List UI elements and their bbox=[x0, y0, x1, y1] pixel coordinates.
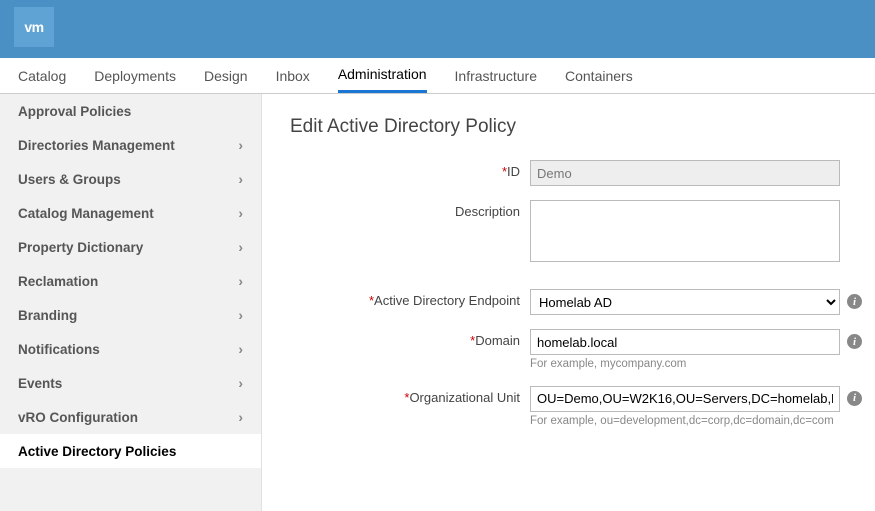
top-bar: vm bbox=[0, 0, 875, 58]
sidebar-item-branding[interactable]: Branding › bbox=[0, 298, 261, 332]
label-ou: *Organizational Unit bbox=[290, 386, 530, 405]
sidebar-item-active-directory-policies[interactable]: Active Directory Policies bbox=[0, 434, 261, 468]
sidebar-item-label: vRO Configuration bbox=[18, 410, 138, 425]
content-area: Edit Active Directory Policy *ID Descrip… bbox=[262, 94, 875, 511]
chevron-right-icon: › bbox=[238, 409, 243, 425]
chevron-right-icon: › bbox=[238, 273, 243, 289]
sidebar-item-label: Notifications bbox=[18, 342, 100, 357]
chevron-right-icon: › bbox=[238, 239, 243, 255]
info-icon[interactable]: i bbox=[847, 391, 862, 406]
tab-deployments[interactable]: Deployments bbox=[94, 58, 176, 93]
sidebar-item-catalog-management[interactable]: Catalog Management › bbox=[0, 196, 261, 230]
sidebar-item-events[interactable]: Events › bbox=[0, 366, 261, 400]
sidebar: Approval Policies Directories Management… bbox=[0, 94, 262, 511]
id-field bbox=[530, 160, 840, 186]
tab-administration[interactable]: Administration bbox=[338, 58, 427, 93]
chevron-right-icon: › bbox=[238, 171, 243, 187]
tab-bar: Catalog Deployments Design Inbox Adminis… bbox=[0, 58, 875, 94]
form-row-endpoint: *Active Directory Endpoint Homelab AD i bbox=[290, 289, 847, 315]
chevron-right-icon: › bbox=[238, 307, 243, 323]
form-row-description: Description bbox=[290, 200, 847, 265]
info-icon[interactable]: i bbox=[847, 334, 862, 349]
info-icon[interactable]: i bbox=[847, 294, 862, 309]
tab-inbox[interactable]: Inbox bbox=[276, 58, 310, 93]
tab-containers[interactable]: Containers bbox=[565, 58, 633, 93]
sidebar-item-label: Events bbox=[18, 376, 62, 391]
sidebar-item-directories-management[interactable]: Directories Management › bbox=[0, 128, 261, 162]
ou-field[interactable] bbox=[530, 386, 840, 412]
sidebar-item-label: Users & Groups bbox=[18, 172, 121, 187]
sidebar-item-label: Property Dictionary bbox=[18, 240, 143, 255]
page-title: Edit Active Directory Policy bbox=[290, 116, 847, 138]
label-id: *ID bbox=[290, 160, 530, 179]
sidebar-item-users-groups[interactable]: Users & Groups › bbox=[0, 162, 261, 196]
main-container: Approval Policies Directories Management… bbox=[0, 94, 875, 511]
chevron-right-icon: › bbox=[238, 375, 243, 391]
sidebar-item-notifications[interactable]: Notifications › bbox=[0, 332, 261, 366]
sidebar-item-label: Reclamation bbox=[18, 274, 98, 289]
sidebar-item-label: Directories Management bbox=[18, 138, 175, 153]
label-description: Description bbox=[290, 200, 530, 219]
ou-hint: For example, ou=development,dc=corp,dc=d… bbox=[530, 414, 840, 429]
sidebar-item-property-dictionary[interactable]: Property Dictionary › bbox=[0, 230, 261, 264]
form-row-id: *ID bbox=[290, 160, 847, 186]
domain-field[interactable] bbox=[530, 329, 840, 355]
domain-hint: For example, mycompany.com bbox=[530, 357, 840, 372]
sidebar-item-approval-policies[interactable]: Approval Policies bbox=[0, 94, 261, 128]
label-endpoint: *Active Directory Endpoint bbox=[290, 289, 530, 308]
tab-infrastructure[interactable]: Infrastructure bbox=[455, 58, 537, 93]
sidebar-item-reclamation[interactable]: Reclamation › bbox=[0, 264, 261, 298]
description-field[interactable] bbox=[530, 200, 840, 262]
tab-catalog[interactable]: Catalog bbox=[18, 58, 66, 93]
sidebar-item-label: Branding bbox=[18, 308, 77, 323]
endpoint-select[interactable]: Homelab AD bbox=[530, 289, 840, 315]
sidebar-item-label: Catalog Management bbox=[18, 206, 154, 221]
form-row-domain: *Domain i For example, mycompany.com bbox=[290, 329, 847, 372]
vmware-logo: vm bbox=[14, 7, 54, 47]
chevron-right-icon: › bbox=[238, 341, 243, 357]
tab-design[interactable]: Design bbox=[204, 58, 248, 93]
sidebar-item-vro-configuration[interactable]: vRO Configuration › bbox=[0, 400, 261, 434]
chevron-right-icon: › bbox=[238, 205, 243, 221]
chevron-right-icon: › bbox=[238, 137, 243, 153]
sidebar-item-label: Approval Policies bbox=[18, 104, 131, 119]
sidebar-item-label: Active Directory Policies bbox=[18, 444, 176, 459]
form-row-ou: *Organizational Unit i For example, ou=d… bbox=[290, 386, 847, 429]
label-domain: *Domain bbox=[290, 329, 530, 348]
